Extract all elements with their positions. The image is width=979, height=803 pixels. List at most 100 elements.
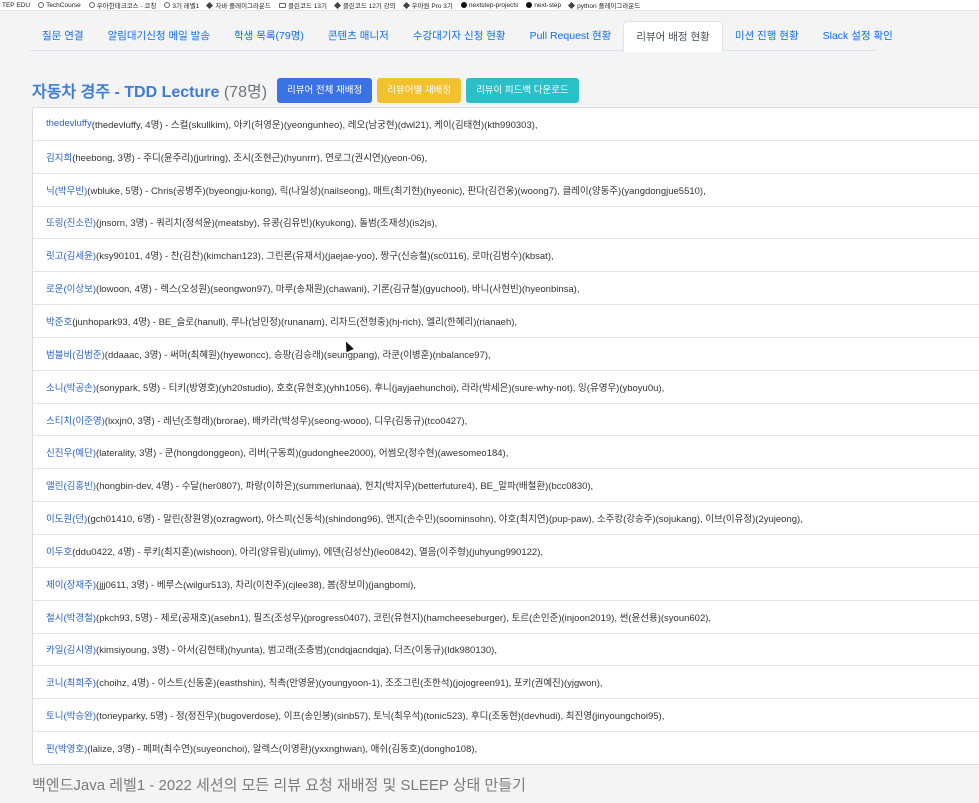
tab-item[interactable]: 리뷰어 배정 현황 xyxy=(623,21,723,52)
globe-icon xyxy=(88,2,95,8)
reviewer-link[interactable]: 김지희 xyxy=(46,150,72,164)
reviewer-link[interactable]: 카일(김시영) xyxy=(46,642,96,656)
reviewer-link[interactable]: 토니(박승완) xyxy=(46,708,96,722)
nav-tabs: 질문 연결 알림대기신청 메일 발송 학생 목록(79명) 콘텐츠 매니저 수강대기자 … xyxy=(30,21,893,52)
bookmark-item[interactable]: 우아원 Pro 3기 xyxy=(402,0,453,10)
bookmark-item[interactable]: TEP EDU xyxy=(2,2,30,9)
reviewer-link[interactable]: 또링(진소린) xyxy=(46,215,96,229)
reviewer-link[interactable]: 릿고(김세윤) xyxy=(46,248,96,262)
reviewee-list-text: (hongbin-dev, 4명) - 수달(her0807), 파랑(이하은)… xyxy=(96,481,594,493)
reviewee-list-text: (jnsorn, 3명) - 쿼리치(정석윤)(meatsby), 유콩(김유빈… xyxy=(96,218,438,230)
bookmark-item[interactable]: python 플레이그라운드 xyxy=(568,0,641,10)
reviewer-link[interactable]: 이두호 xyxy=(46,544,72,558)
bookmark-item[interactable]: next-step xyxy=(526,2,561,9)
diamond-icon xyxy=(206,1,214,9)
reviewee-list-text: (heebong, 3명) - 주디(윤주리)(jurlring), 조시(조현… xyxy=(72,152,428,164)
list-item: 카일(김시영) (kimsiyoung, 3명) - 아서(김현태)(hyunta… xyxy=(33,634,979,667)
bookmark-label: TEP EDU xyxy=(2,1,31,9)
bookmark-item[interactable]: 자바 플레이그라운드 xyxy=(206,0,271,10)
reviewee-list-text: (thedevluffy, 4명) - 스컬(skullkim), 아키(허영운… xyxy=(91,119,538,131)
reviewer-assignment-list: thedevluffy (thedevluffy, 4명) - 스컬(skullk… xyxy=(32,107,979,765)
reviewer-link[interactable]: 코니(최희주) xyxy=(46,675,96,689)
reviewer-link[interactable]: 스티치(이준영) xyxy=(46,413,105,427)
reviewer-link[interactable]: 철시(박경철) xyxy=(46,610,96,624)
reviewer-link[interactable]: 신진우(예단) xyxy=(46,445,96,459)
page-title: 자동차 경주 - TDD Lecture (78명) xyxy=(32,84,268,101)
reviewee-list-text: (ddaaac, 3명) - 써머(최혜원)(hyewoncc), 승팡(김승래… xyxy=(104,349,491,361)
reassign-by-reviewer-button[interactable]: 리뷰어별 재배정 xyxy=(377,77,462,103)
reviewee-list-text: (junhopark93, 4명) - BE_슬로(hanull), 루나(남민… xyxy=(72,316,518,328)
bookmark-item[interactable]: 우아한테크코스 - 코칭 xyxy=(88,0,157,10)
bookmark-label: 우아한테크코스 - 코칭 xyxy=(96,3,157,10)
globe-icon xyxy=(164,2,171,8)
list-item: 신진우(예단) (laterality, 3명) - 쿤(hongdonggeon… xyxy=(33,436,979,470)
tab-item[interactable]: Pull Request 현황 xyxy=(518,21,624,51)
bookmark-label: 클린코드 12기 강의 xyxy=(342,3,396,10)
folder-icon xyxy=(278,2,286,8)
diamond-icon xyxy=(402,1,410,9)
tab-item[interactable]: 학생 목록(79명) xyxy=(222,21,316,51)
reviewee-list-text: (jjj0611, 3명) - 베루스(wilgur513), 차리(이찬주)(… xyxy=(96,579,416,591)
list-item: 코니(최희주) (choihz, 4명) - 이스트(신동훈)(easthshin… xyxy=(33,666,979,700)
bookmark-label: nextstep-projects xyxy=(468,1,519,9)
reviewer-link[interactable]: 제이(장재주) xyxy=(46,577,96,591)
reviewer-link[interactable]: 범블비(김범준) xyxy=(46,347,105,361)
reviewee-list-text: (pkch93, 5명) - 제로(공재호)(asebn1), 필즈(조성우)(… xyxy=(96,612,712,624)
bookmark-item[interactable]: 클린코드 12기 강의 xyxy=(333,0,396,10)
reviewer-link[interactable]: 앨린(김홍빈) xyxy=(46,478,96,492)
list-item: 이두호 (ddu0422, 4명) - 루키(최지훈)(wishoon), 아리(… xyxy=(33,535,979,568)
student-count: (78명) xyxy=(223,84,268,101)
reviewee-list-text: (ksy90101, 4명) - 찬(김찬)(kimchan123), 그린론(… xyxy=(96,251,554,263)
mission-heading: 자동차 경주 - TDD Lecture (78명) 리뷰어 전체 재배정 리뷰… xyxy=(32,77,579,103)
list-item: 범블비(김범준) (ddaaac, 3명) - 써머(최혜원)(hyewoncc)… xyxy=(33,338,979,371)
bookmark-label: python 플레이그라운드 xyxy=(577,3,641,10)
tab-item[interactable]: 질문 연결 xyxy=(30,21,96,51)
github-icon xyxy=(526,2,533,8)
list-item: 또링(진소린) (jnsorn, 3명) - 쿼리치(정석윤)(meatsby),… xyxy=(33,207,979,240)
bookmark-label: 자바 플레이그라운드 xyxy=(215,3,271,10)
diamond-icon xyxy=(568,1,576,9)
next-section-title: 백엔드Java 레벨1 - 2022 세션의 모든 리뷰 요청 재배정 및 SL… xyxy=(32,777,526,794)
reviewee-list-text: (lowoon, 4명) - 렉스(오성원)(seongwon97), 마루(송… xyxy=(96,284,580,296)
tab-item[interactable]: 미션 진행 현황 xyxy=(723,21,811,51)
bookmark-item[interactable]: 3기 레벨1 xyxy=(164,0,199,10)
list-item: 제이(장재주) (jjj0611, 3명) - 베루스(wilgur513), 차… xyxy=(33,568,979,601)
tab-item[interactable]: 콘텐츠 매니저 xyxy=(316,21,401,51)
reviewer-link[interactable]: 로운(이상보) xyxy=(46,281,96,295)
reviewee-list-text: (gch01410, 6명) - 알린(장원영)(ozragwort), 아스피… xyxy=(87,514,803,526)
github-icon xyxy=(460,2,467,8)
bookmarks-bar: TEP EDU TechCourse 우아한테크코스 - 코칭 3기 레벨1 자바 플레… xyxy=(0,0,979,11)
list-item: 철시(박경철) (pkch93, 5명) - 제로(공재호)(asebn1), 필… xyxy=(33,601,979,634)
reviewer-link[interactable]: 닉(박우빈) xyxy=(46,183,87,197)
list-item: 소니(박공손) (sonypark, 5명) - 티키(방영호)(yh20stud… xyxy=(33,371,979,404)
list-item: 김지희 (heebong, 3명) - 주디(윤주리)(jurlring), 조시… xyxy=(33,141,979,174)
tab-item[interactable]: Slack 설정 확인 xyxy=(811,21,905,51)
reviewer-link[interactable]: 핀(박영호) xyxy=(46,741,87,755)
bookmark-item[interactable]: nextstep-projects xyxy=(460,1,519,9)
reviewer-link[interactable]: 이도원(던) xyxy=(46,511,87,525)
list-item: 릿고(김세윤) (ksy90101, 4명) - 찬(김찬)(kimchan123… xyxy=(33,239,979,273)
bookmark-label: 우아원 Pro 3기 xyxy=(411,3,453,10)
tab-item[interactable]: 알림대기신청 메일 발송 xyxy=(96,21,222,51)
reviewee-list-text: (lalize, 3명) - 페퍼(최수연)(suyeonchoi), 알렉스(… xyxy=(87,744,478,756)
reviewer-link[interactable]: 박준호 xyxy=(46,314,72,328)
reviewer-link[interactable]: 소니(박공손) xyxy=(46,380,96,394)
list-item: 로운(이상보) (lowoon, 4명) - 렉스(오성원)(seongwon97… xyxy=(33,272,979,306)
reviewee-list-text: (kimsiyoung, 3명) - 아서(김현태)(hyunta), 범고래(… xyxy=(96,645,497,657)
bookmark-item[interactable]: 클린코드 13기 xyxy=(278,0,327,10)
reviewee-list-text: (toneyparky, 5명) - 정(정진우)(bugoverdose), … xyxy=(96,711,665,723)
list-item: 박준호 (junhopark93, 4명) - BE_슬로(hanull), 루나… xyxy=(33,305,979,338)
bookmark-item[interactable]: TechCourse xyxy=(38,2,81,9)
list-item: 핀(박영호) (lalize, 3명) - 페퍼(최수연)(suyeonchoi)… xyxy=(33,732,979,764)
reviewee-list-text: (ddu0422, 4명) - 루키(최지훈)(wishoon), 아리(양유림… xyxy=(72,546,543,558)
tab-item[interactable]: 수강대기자 신청 현황 xyxy=(401,21,518,51)
list-item: thedevluffy (thedevluffy, 4명) - 스컬(skullk… xyxy=(33,108,979,141)
bookmark-label: 클린코드 13기 xyxy=(287,3,327,10)
reviewer-link[interactable]: thedevluffy xyxy=(46,118,92,129)
reviewee-list-text: (lxxjn0, 3명) - 레넌(조형래)(brorae), 배카라(박성우)… xyxy=(104,415,468,427)
reassign-all-button[interactable]: 리뷰어 전체 재배정 xyxy=(277,77,373,103)
download-feedback-button[interactable]: 리뷰이 피드백 다운로드 xyxy=(466,77,579,103)
list-item: 토니(박승완) (toneyparky, 5명) - 정(정진우)(bugover… xyxy=(33,699,979,733)
list-item: 앨린(김홍빈) (hongbin-dev, 4명) - 수달(her0807), … xyxy=(33,469,979,503)
diamond-icon xyxy=(333,1,341,9)
